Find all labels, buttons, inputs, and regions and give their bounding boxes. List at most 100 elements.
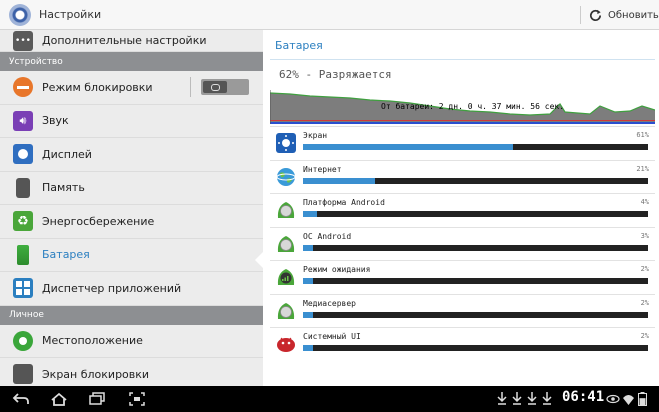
sidebar-item-label: Экран блокировки [42,367,150,381]
usage-row-android-os[interactable]: ОС Android 3% [270,226,655,261]
location-icon [13,330,33,351]
usage-bar-fill [303,345,314,351]
usage-bar [303,278,648,284]
sidebar-item-label: Диспетчер приложений [42,281,182,295]
download-icon [542,392,552,405]
usage-bar-fill [303,311,314,318]
lock-screen-icon [13,364,33,385]
usage-row-internet[interactable]: Интернет 21% [270,159,655,194]
recycle-icon: ♻ [13,211,33,232]
usage-row-android-platform[interactable]: Платформа Android 4% [270,193,655,227]
home-icon [51,392,67,406]
panel-title: Батарея [275,39,323,52]
system-navigation-bar: 06:41 [0,386,659,412]
block-mode-toggle-wrap [190,71,249,104]
battery-status-icon [638,392,647,406]
home-button[interactable] [48,389,70,409]
sidebar-item-storage[interactable]: Память [0,172,263,205]
section-header-personal: Личное [0,305,263,325]
sidebar-item-sound[interactable]: 🔊︎ Звук [0,105,263,138]
usage-name: Режим ожидания [303,265,371,274]
usage-name: Платформа Android [303,198,385,207]
usage-bar-fill [303,177,376,184]
divider [580,6,581,24]
sidebar-item-block-mode[interactable]: Режим блокировки [0,71,263,105]
usage-bar [303,211,648,217]
android-os-icon [277,235,295,252]
recent-apps-button[interactable] [86,389,108,409]
download-icon [527,392,537,405]
usage-name: Интернет [303,164,342,174]
battery-status: 62% - Разряжается [279,68,392,81]
battery-usage-list: Экран 61% Интернет 21% Платформа Android… [270,126,655,361]
settings-app-icon[interactable] [9,3,31,26]
screen-brightness-icon [276,133,296,153]
app-title: Настройки [39,8,102,21]
sd-card-icon [16,177,30,198]
download-icon [512,392,522,405]
apps-grid-icon [13,278,33,299]
usage-row-screen[interactable]: Экран 61% [270,126,655,160]
usage-row-standby[interactable]: Режим ожидания 2% [270,260,655,294]
download-icon [497,392,507,405]
sidebar-item-label: Режим блокировки [42,80,153,94]
usage-percent: 2% [640,298,649,307]
media-server-icon [277,302,295,319]
usage-bar-fill [303,144,514,150]
usage-name: Системный UI [303,332,361,341]
sidebar-item-display[interactable]: Дисплей [0,138,263,172]
usage-bar [303,244,648,251]
back-icon [12,393,29,404]
usage-bar-fill [303,278,314,284]
sidebar-item-label: Энергосбережение [42,214,155,228]
screenshot-icon [129,392,145,406]
sidebar-item-battery[interactable]: Батарея [0,239,263,272]
usage-percent: 3% [640,231,649,240]
status-clock[interactable]: 06:41 [562,389,604,405]
usage-percent: 2% [640,332,649,340]
block-mode-icon [13,77,33,98]
action-bar: Настройки Обновить [0,0,659,30]
usage-percent: 21% [636,164,649,173]
back-button[interactable] [10,389,32,409]
display-icon [13,144,33,165]
block-mode-toggle[interactable] [201,79,249,96]
sidebar-item-label: Дисплей [42,147,92,161]
section-header-device: Устройство [0,52,263,71]
sidebar-item-label: Память [42,181,85,195]
toggle-knob [203,81,227,94]
refresh-button[interactable]: Обновить [588,0,659,30]
screenshot-button[interactable] [126,389,148,409]
speaker-icon: 🔊︎ [13,110,33,131]
usage-bar [303,144,648,150]
sidebar-item-app-manager[interactable]: Диспетчер приложений [0,272,263,306]
usage-bar [303,311,648,318]
sidebar-item-power-saving[interactable]: ♻ Энергосбережение [0,205,263,239]
sidebar-item-label: Дополнительные настройки [42,34,207,47]
usage-bar-fill [303,244,314,251]
usage-bar [303,177,648,184]
refresh-label: Обновить [608,9,659,21]
battery-panel: Батарея 62% - Разряжается От батареи: 2 … [263,30,659,386]
title-underline [270,59,655,60]
usage-name: ОС Android [303,231,352,241]
usage-name: Экран [303,131,328,140]
sidebar-item-label: Местоположение [42,334,143,348]
refresh-icon [590,9,602,21]
globe-icon [276,167,296,186]
settings-list[interactable]: ••• Дополнительные настройки Устройство … [0,30,263,386]
sidebar-item-label: Звук [42,114,69,128]
usage-row-media-server[interactable]: Медиасервер 2% [270,293,655,328]
usage-bar-fill [303,211,317,217]
sidebar-item-location[interactable]: Местоположение [0,325,263,358]
wifi-icon [623,395,634,405]
sidebar-item-label: Батарея [42,248,90,262]
usage-bar [303,345,648,351]
usage-percent: 61% [636,131,649,139]
sidebar-item-more-settings[interactable]: ••• Дополнительные настройки [0,30,263,52]
usage-percent: 2% [640,265,649,273]
divider [190,77,191,98]
sidebar-item-lock-screen[interactable]: Экран блокировки [0,358,263,386]
eye-icon [606,394,620,404]
usage-row-system-ui[interactable]: Системный UI 2% [270,327,655,361]
